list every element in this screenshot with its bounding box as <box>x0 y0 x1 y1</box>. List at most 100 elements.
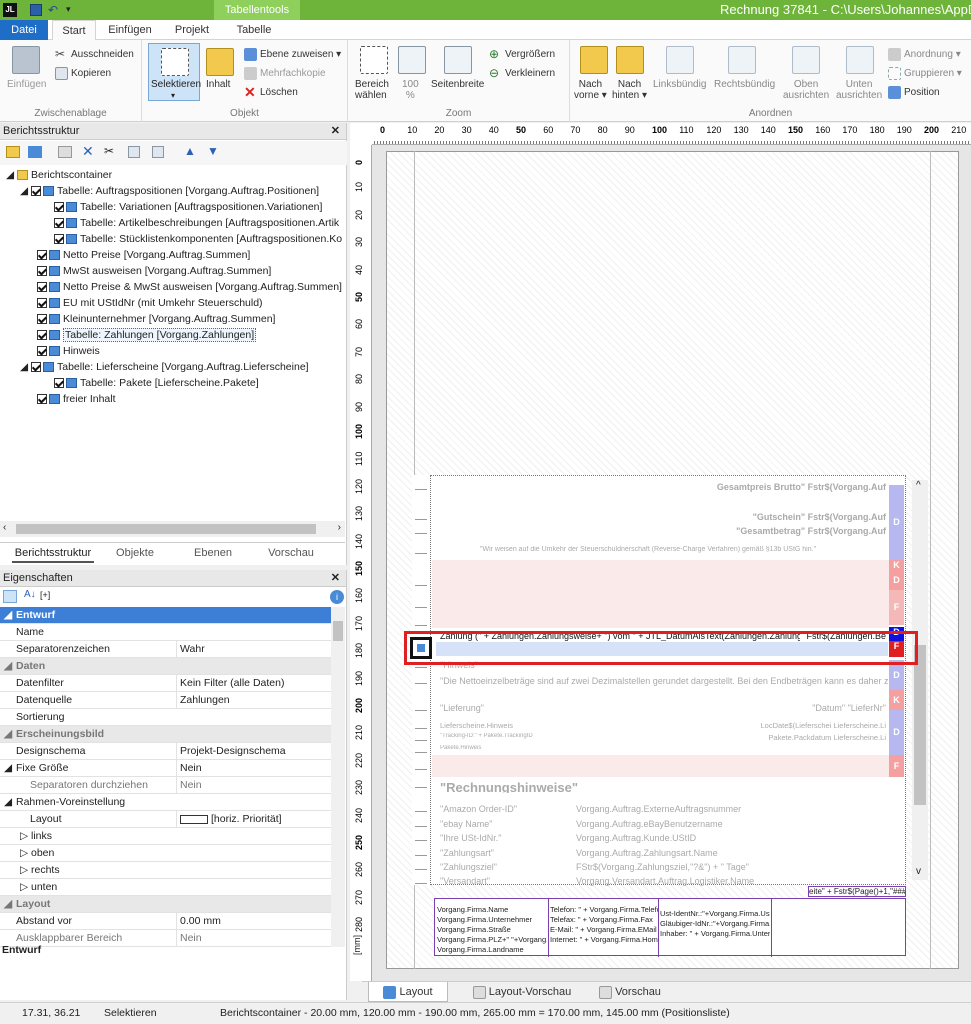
property-value[interactable]: 0.00 mm <box>176 913 331 930</box>
tab-start[interactable]: Start <box>52 20 96 40</box>
tree-item-zahlungen[interactable]: Tabelle: Zahlungen [Vorgang.Zahlungen] <box>37 327 257 343</box>
property-value[interactable]: Kein Filter (alle Daten) <box>176 675 331 692</box>
checkbox[interactable] <box>37 266 47 277</box>
send-backward-button[interactable]: Nach hinten ▾ <box>612 79 647 101</box>
tree-item-pakete[interactable]: Tabelle: Pakete [Lieferscheine.Pakete] <box>54 375 259 391</box>
report-row[interactable]: "Die Nettoeinzelbeträge sind auf zwei De… <box>436 676 904 689</box>
tab-vorschau[interactable]: Vorschau <box>590 982 670 1002</box>
move-down-icon[interactable]: ▼ <box>207 144 219 158</box>
checkbox[interactable] <box>31 186 41 197</box>
property-category-erscheinungsbild[interactable]: ◢ Erscheinungsbild <box>0 726 345 743</box>
property-category-layout[interactable]: ◢ Layout <box>0 896 345 913</box>
report-row[interactable]: "Lieferung" "Datum" "LieferNr" <box>436 703 904 716</box>
report-row[interactable]: "Zahlungsziel" FStr$(Vorgang.Zahlungsziel… <box>436 862 904 875</box>
checkbox[interactable] <box>54 202 64 213</box>
tab-ebenen[interactable]: Ebenen <box>178 543 248 563</box>
checkbox[interactable] <box>54 218 64 229</box>
paste-node-icon[interactable] <box>152 146 164 158</box>
property-value[interactable]: Nein <box>176 760 331 777</box>
property-row[interactable]: Separatoren durchziehen Nein <box>0 777 345 794</box>
align-right-button[interactable]: Rechtsbündig <box>714 79 775 90</box>
tree-item-stuecklistenkomponenten[interactable]: Tabelle: Stücklistenkomponenten [Auftrag… <box>54 231 342 247</box>
property-value[interactable]: [horiz. Priorität] <box>176 811 331 828</box>
report-row[interactable]: "Gesamtbetrag" Fstr$(Vorgang.Auf <box>436 526 904 539</box>
tab-vorschau-panel[interactable]: Vorschau <box>256 543 326 563</box>
tree-item-hinweis[interactable]: Hinweis <box>37 343 100 359</box>
tree-item-freier-inhalt[interactable]: freier Inhalt <box>37 391 116 407</box>
zoom-out-button[interactable]: ⊖ Verkleinern <box>489 67 555 80</box>
align-bottom-button[interactable]: Unten ausrichten <box>836 79 882 101</box>
quick-access-dropdown-icon[interactable]: ▾ <box>66 4 71 15</box>
property-row[interactable]: ◢ Rahmen-Voreinstellung <box>0 794 345 811</box>
tab-tabelle[interactable]: Tabelle <box>224 20 284 40</box>
property-row[interactable]: Datenfilter Kein Filter (alle Daten) <box>0 675 345 692</box>
property-grid-scrollbar[interactable] <box>331 607 345 947</box>
report-row[interactable]: "ebay Name" Vorgang.Auftrag.eBayBenutzern… <box>436 819 904 832</box>
checkbox[interactable] <box>37 250 47 261</box>
tree-horizontal-scrollbar[interactable]: ‹ › <box>0 521 345 537</box>
tree-item-netto-preise-mwst[interactable]: Netto Preise & MwSt ausweisen [Vorgang.A… <box>37 279 342 295</box>
property-row[interactable]: Designschema Projekt-Designschema <box>0 743 345 760</box>
property-row[interactable]: ▷ oben <box>0 845 345 862</box>
tab-layout-vorschau[interactable]: Layout-Vorschau <box>472 982 572 1002</box>
expand-icon[interactable]: ◢ <box>6 169 17 181</box>
collapse-icon[interactable]: ◢ <box>4 794 12 811</box>
expand-all-icon[interactable]: [+] <box>40 590 50 600</box>
property-value[interactable]: Zahlungen <box>176 692 331 709</box>
tab-objekte[interactable]: Objekte <box>100 543 170 563</box>
tree-item-variationen[interactable]: Tabelle: Variationen [Auftragspositionen… <box>54 199 322 215</box>
checkbox[interactable] <box>37 346 47 357</box>
checkbox[interactable] <box>54 378 64 389</box>
collapse-icon[interactable]: ◢ <box>4 658 12 675</box>
property-row[interactable]: Ausklappbarer Bereich Nein <box>0 930 345 947</box>
tree-item-berichtscontainer[interactable]: ◢ Berichtscontainer <box>6 167 112 183</box>
checkbox[interactable] <box>31 362 41 373</box>
content-button[interactable]: Inhalt <box>206 79 230 90</box>
property-category-entwurf[interactable]: ◢ Entwurf <box>0 607 345 624</box>
report-row[interactable]: "Wir weisen auf die Umkehr der Steuersch… <box>436 546 904 559</box>
save-icon[interactable] <box>30 4 42 16</box>
close-icon[interactable]: ✕ <box>331 570 340 587</box>
tree-item-netto-preise[interactable]: Netto Preise [Vorgang.Auftrag.Summen] <box>37 247 250 263</box>
tree-item-eu-ustidnr[interactable]: EU mit UStIdNr (mit Umkehr Steuerschuld) <box>37 295 263 311</box>
tab-berichtsstruktur[interactable]: Berichtsstruktur <box>12 543 94 563</box>
tree-item-lieferscheine[interactable]: ◢ Tabelle: Lieferscheine [Vorgang.Auftra… <box>20 359 309 375</box>
collapse-icon[interactable]: ◢ <box>4 760 12 777</box>
property-row[interactable]: ◢ Fixe Größe Nein <box>0 760 345 777</box>
add-table-icon[interactable] <box>6 146 20 158</box>
property-row[interactable]: Sortierung <box>0 709 345 726</box>
property-row[interactable]: Layout [horiz. Priorität] <box>0 811 345 828</box>
property-category-daten[interactable]: ◢ Daten <box>0 658 345 675</box>
scroll-up-icon[interactable]: ^ <box>916 480 921 491</box>
sort-alpha-icon[interactable]: A↓ <box>24 589 36 600</box>
checkbox[interactable] <box>37 282 47 293</box>
expand-icon[interactable]: ◢ <box>20 361 31 373</box>
page-number-field[interactable]: eite" + Fstr$(Page()+1,"###") <box>808 886 906 897</box>
multi-copy-button[interactable]: Mehrfachkopie <box>244 67 326 80</box>
arrangement-button[interactable]: Anordnung ▾ <box>888 48 961 61</box>
property-value[interactable]: Nein <box>176 930 331 947</box>
tab-projekt[interactable]: Projekt <box>166 20 218 40</box>
undo-icon[interactable]: ↶ <box>48 3 62 17</box>
property-value[interactable]: Projekt-Designschema <box>176 743 331 760</box>
checkbox[interactable] <box>37 394 47 405</box>
align-left-button[interactable]: Linksbündig <box>653 79 706 90</box>
bring-forward-button[interactable]: Nach vorne ▾ <box>574 79 607 101</box>
copy-node-icon[interactable] <box>128 146 140 158</box>
collapse-icon[interactable]: ◢ <box>4 726 12 743</box>
property-row[interactable]: Abstand vor 0.00 mm <box>0 913 345 930</box>
footer-block[interactable]: Vorgang.Firma.Name Vorgang.Firma.Unterneh… <box>434 898 906 957</box>
zoom-in-button[interactable]: ⊕ Vergrößern <box>489 48 555 61</box>
scroll-right-icon[interactable]: › <box>338 522 341 533</box>
categorized-icon[interactable] <box>3 590 17 603</box>
property-row[interactable]: Name <box>0 624 345 641</box>
info-icon[interactable]: i <box>330 590 344 604</box>
collapse-icon[interactable]: ◢ <box>4 896 12 913</box>
scroll-left-icon[interactable]: ‹ <box>3 522 6 533</box>
checkbox[interactable] <box>37 330 47 341</box>
scrollbar-thumb[interactable] <box>914 645 926 805</box>
tree-item-kleinunternehmer[interactable]: Kleinunternehmer [Vorgang.Auftrag.Summen… <box>37 311 275 327</box>
tab-layout[interactable]: Layout <box>368 982 448 1002</box>
position-button[interactable]: Position <box>888 86 940 99</box>
report-row[interactable]: "Amazon Order-ID" Vorgang.Auftrag.Externe… <box>436 804 904 817</box>
